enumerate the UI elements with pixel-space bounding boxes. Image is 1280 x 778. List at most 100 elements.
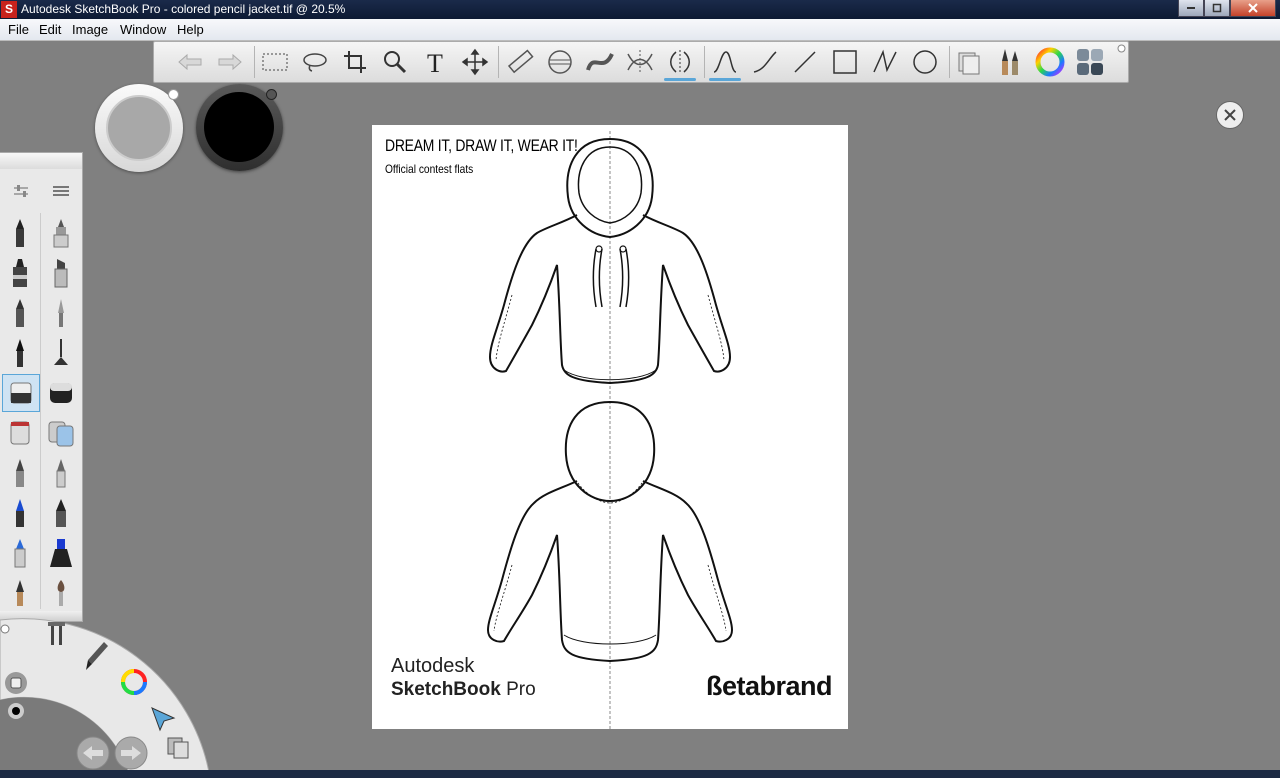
layers-button[interactable] [950, 42, 990, 82]
menu-bar: File Edit Image Window Help [0, 19, 1280, 41]
redo-button[interactable] [210, 42, 250, 82]
brush-palette-list-button[interactable] [41, 171, 81, 211]
blue-marker-brush[interactable] [0, 533, 40, 573]
symmetry-x-tool[interactable] [620, 42, 660, 82]
redo-lagoon-button[interactable] [114, 736, 148, 770]
fine-liner-brush[interactable] [41, 453, 81, 493]
lagoon-handle-icon[interactable] [0, 624, 10, 634]
circle-icon [913, 50, 937, 74]
ellipse-guide-tool[interactable] [540, 42, 580, 82]
window-controls [1178, 0, 1276, 17]
symmetry-y-tool[interactable] [660, 42, 700, 82]
blue-pencil-brush[interactable] [0, 493, 40, 533]
french-curve-icon [586, 53, 614, 71]
symmetry-x-icon [627, 50, 653, 74]
color-puck-swatch [106, 95, 172, 161]
undo-lagoon-button[interactable] [76, 736, 110, 770]
polyline-icon [873, 49, 897, 73]
main-toolbar: T [153, 41, 1129, 83]
title-bar: S Autodesk SketchBook Pro - colored penc… [0, 0, 1280, 19]
brushes-button[interactable] [990, 42, 1030, 82]
eraser-hard-brush-selected[interactable] [2, 374, 40, 412]
circle-tool[interactable] [905, 42, 945, 82]
pencil-icon [16, 219, 24, 247]
felt-pen-brush[interactable] [0, 453, 40, 493]
polyline-tool[interactable] [865, 42, 905, 82]
ruler-tool[interactable] [500, 42, 540, 82]
window-title: Autodesk SketchBook Pro - colored pencil… [21, 2, 346, 16]
menu-image[interactable]: Image [72, 22, 108, 37]
technical-pen-brush[interactable] [41, 213, 81, 253]
copic-library-button[interactable] [1070, 42, 1110, 82]
close-window-button[interactable] [1230, 0, 1276, 17]
list-icon [53, 186, 69, 196]
sketchbook-logo-text: SketchBook [391, 679, 501, 700]
french-curve-tool[interactable] [580, 42, 620, 82]
paint-bucket-icon [10, 421, 30, 445]
curve-icon [753, 51, 777, 73]
freehand-stroke-tool[interactable] [705, 42, 745, 82]
pen-icon [16, 299, 24, 327]
ink-bottle-icon [50, 539, 72, 567]
calligraphy-brush[interactable] [41, 293, 81, 333]
menu-edit[interactable]: Edit [39, 22, 61, 37]
chisel-marker-icon [54, 259, 68, 288]
brush-dot-lagoon-icon[interactable] [8, 703, 24, 719]
eraser-icon [10, 382, 32, 404]
sketchbook-logo: SketchBook Pro [391, 679, 536, 701]
brushes-icon [1002, 49, 1018, 75]
crop-icon [344, 51, 366, 73]
app-icon: S [1, 1, 17, 18]
undo-button[interactable] [170, 42, 210, 82]
menu-file[interactable]: File [8, 22, 29, 37]
lasso-icon [303, 53, 327, 72]
fill-bucket-brush[interactable] [0, 413, 40, 453]
menu-window[interactable]: Window [120, 22, 166, 37]
rect-select-tool[interactable] [255, 42, 295, 82]
felt-pen-icon [16, 459, 24, 487]
rect-select-icon [262, 53, 288, 71]
gradient-fill-brush[interactable] [41, 413, 81, 453]
brush-palette [0, 152, 83, 622]
copic-library-icon [1077, 49, 1103, 75]
maximize-button[interactable] [1204, 0, 1230, 17]
drawing-canvas[interactable]: DREAM IT, DRAW IT, WEAR IT! Official con… [372, 125, 848, 729]
crop-tool[interactable] [335, 42, 375, 82]
chisel-marker-brush[interactable] [41, 253, 81, 293]
opacity-puck[interactable] [196, 84, 283, 171]
ballpoint-pen-brush[interactable] [0, 293, 40, 333]
dark-marker-brush[interactable] [41, 493, 81, 533]
brush-size-swatch [204, 92, 274, 162]
menu-help[interactable]: Help [177, 22, 204, 37]
color-wheel-button[interactable] [1030, 42, 1070, 82]
eraser-soft-brush[interactable] [41, 373, 81, 413]
lagoon-radial-menu [0, 618, 211, 778]
rectangle-icon [833, 50, 857, 74]
color-puck[interactable] [95, 84, 183, 172]
blue-marker-icon [14, 539, 26, 568]
line-tool[interactable] [785, 42, 825, 82]
minimize-button[interactable] [1178, 0, 1204, 17]
brush-properties-button[interactable] [1, 171, 41, 211]
ink-pen-brush[interactable] [0, 333, 40, 373]
ink-bottle-brush[interactable] [41, 533, 81, 573]
move-tool[interactable] [455, 42, 495, 82]
curve-tool[interactable] [745, 42, 785, 82]
zoom-icon [384, 51, 407, 74]
zoom-tool[interactable] [375, 42, 415, 82]
lasso-tool[interactable] [295, 42, 335, 82]
pencil-brush[interactable] [0, 213, 40, 253]
airbrush-brush[interactable] [41, 333, 81, 373]
symmetry-y-icon [670, 50, 690, 74]
text-tool[interactable]: T [415, 42, 455, 82]
sliders-icon [14, 185, 28, 197]
color-wheel-icon [1035, 47, 1065, 77]
ruler-icon [507, 49, 534, 74]
marker-brush[interactable] [0, 253, 40, 293]
airbrush-icon [54, 339, 68, 365]
betabrand-logo: ßetabrand [705, 671, 833, 701]
rectangle-tool[interactable] [825, 42, 865, 82]
close-canvas-button[interactable] [1216, 101, 1244, 129]
eraser-lagoon-icon[interactable] [5, 672, 27, 694]
toolbar-dock-handle-icon[interactable] [1117, 44, 1126, 53]
